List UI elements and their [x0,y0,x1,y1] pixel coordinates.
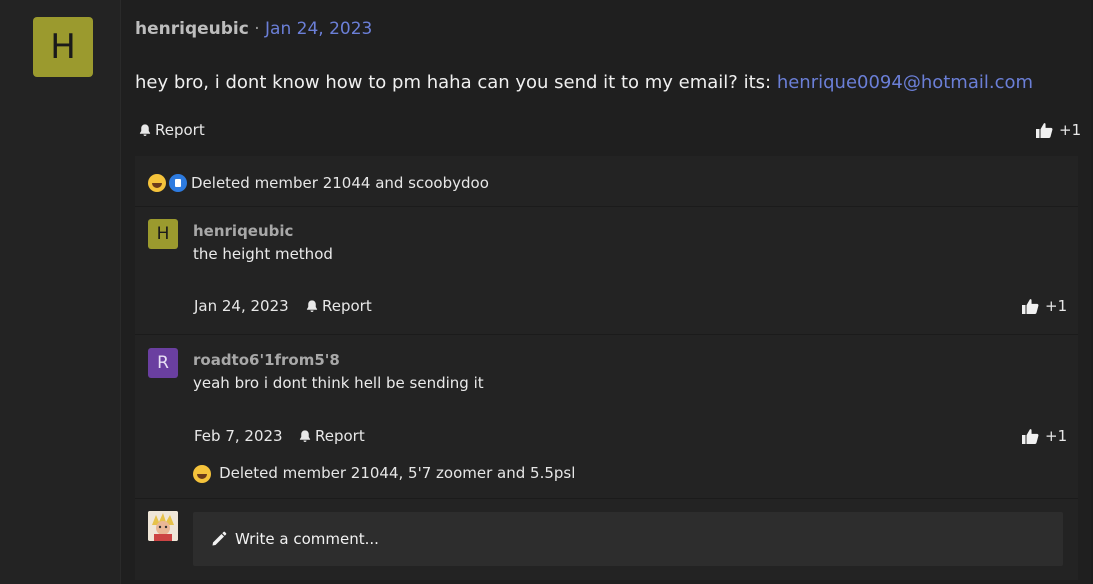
bell-icon [139,124,151,137]
avatar[interactable]: R [148,348,178,378]
comment-date-link[interactable]: Jan 24, 2023 [194,297,289,315]
report-label: Report [155,121,205,139]
post-username[interactable]: henriqeubic [135,19,249,39]
comment-item: R roadto6'1from5'8 yeah bro i dont think… [135,335,1078,498]
bell-icon [299,430,311,443]
comment-item: H henriqeubic the height method Jan 24, … [135,206,1078,334]
reactions-text[interactable]: Deleted member 21044, 5'7 zoomer and 5.5… [219,464,575,482]
divider [135,498,1078,499]
separator: · [254,19,260,39]
like-button[interactable]: +1 [1035,121,1081,139]
report-label: Report [315,427,365,445]
report-label: Report [322,297,372,315]
like-button[interactable]: +1 [1021,297,1067,315]
comment-placeholder: Write a comment... [235,530,379,548]
report-button[interactable]: Report [305,297,372,315]
comment-reactions[interactable]: Deleted member 21044, 5'7 zoomer and 5.5… [193,463,575,483]
comment-username[interactable]: henriqeubic [193,222,293,240]
post-body: hey bro, i dont know how to pm haha can … [135,72,1033,93]
like-count: +1 [1045,297,1068,315]
comment-date[interactable]: Jan 24, 2023 [194,297,289,315]
avatar[interactable]: H [148,219,178,249]
write-comment-input[interactable]: Write a comment... [193,512,1063,566]
comments-section: Deleted member 21044 and scoobydoo H hen… [135,156,1078,580]
user-avatar-image-icon [148,511,178,541]
laughing-emoji-icon [193,464,211,483]
avatar[interactable]: H [33,17,93,77]
like-count: +1 [1059,121,1082,139]
comment-username[interactable]: roadto6'1from5'8 [193,351,340,369]
like-reaction-icon [169,173,188,192]
comment-date-link[interactable]: Feb 7, 2023 [194,427,283,445]
report-button[interactable]: Report [298,427,365,445]
thumbs-up-icon [1022,428,1039,444]
like-button[interactable]: +1 [1021,427,1067,445]
post-header: henriqeubic · Jan 24, 2023 [135,19,372,39]
pencil-icon [212,531,227,546]
comment-date[interactable]: Feb 7, 2023 [194,427,283,445]
current-user-avatar[interactable] [148,511,178,541]
thumbs-up-icon [1036,122,1053,138]
laughing-emoji-icon [148,173,166,192]
post-sidebar: H [0,0,121,584]
comment-text: the height method [193,245,333,263]
email-link[interactable]: henrique0094@hotmail.com [777,72,1033,93]
comment-text: yeah bro i dont think hell be sending it [193,374,484,392]
like-count: +1 [1045,427,1068,445]
report-button[interactable]: Report [138,121,205,139]
reactions-text[interactable]: Deleted member 21044 and scoobydoo [191,174,489,192]
post-date-link[interactable]: Jan 24, 2023 [265,19,372,39]
reactions-bar[interactable]: Deleted member 21044 and scoobydoo [135,156,1078,207]
thumbs-up-icon [1022,298,1039,314]
bell-icon [306,300,318,313]
post-body-text: hey bro, i dont know how to pm haha can … [135,72,772,93]
